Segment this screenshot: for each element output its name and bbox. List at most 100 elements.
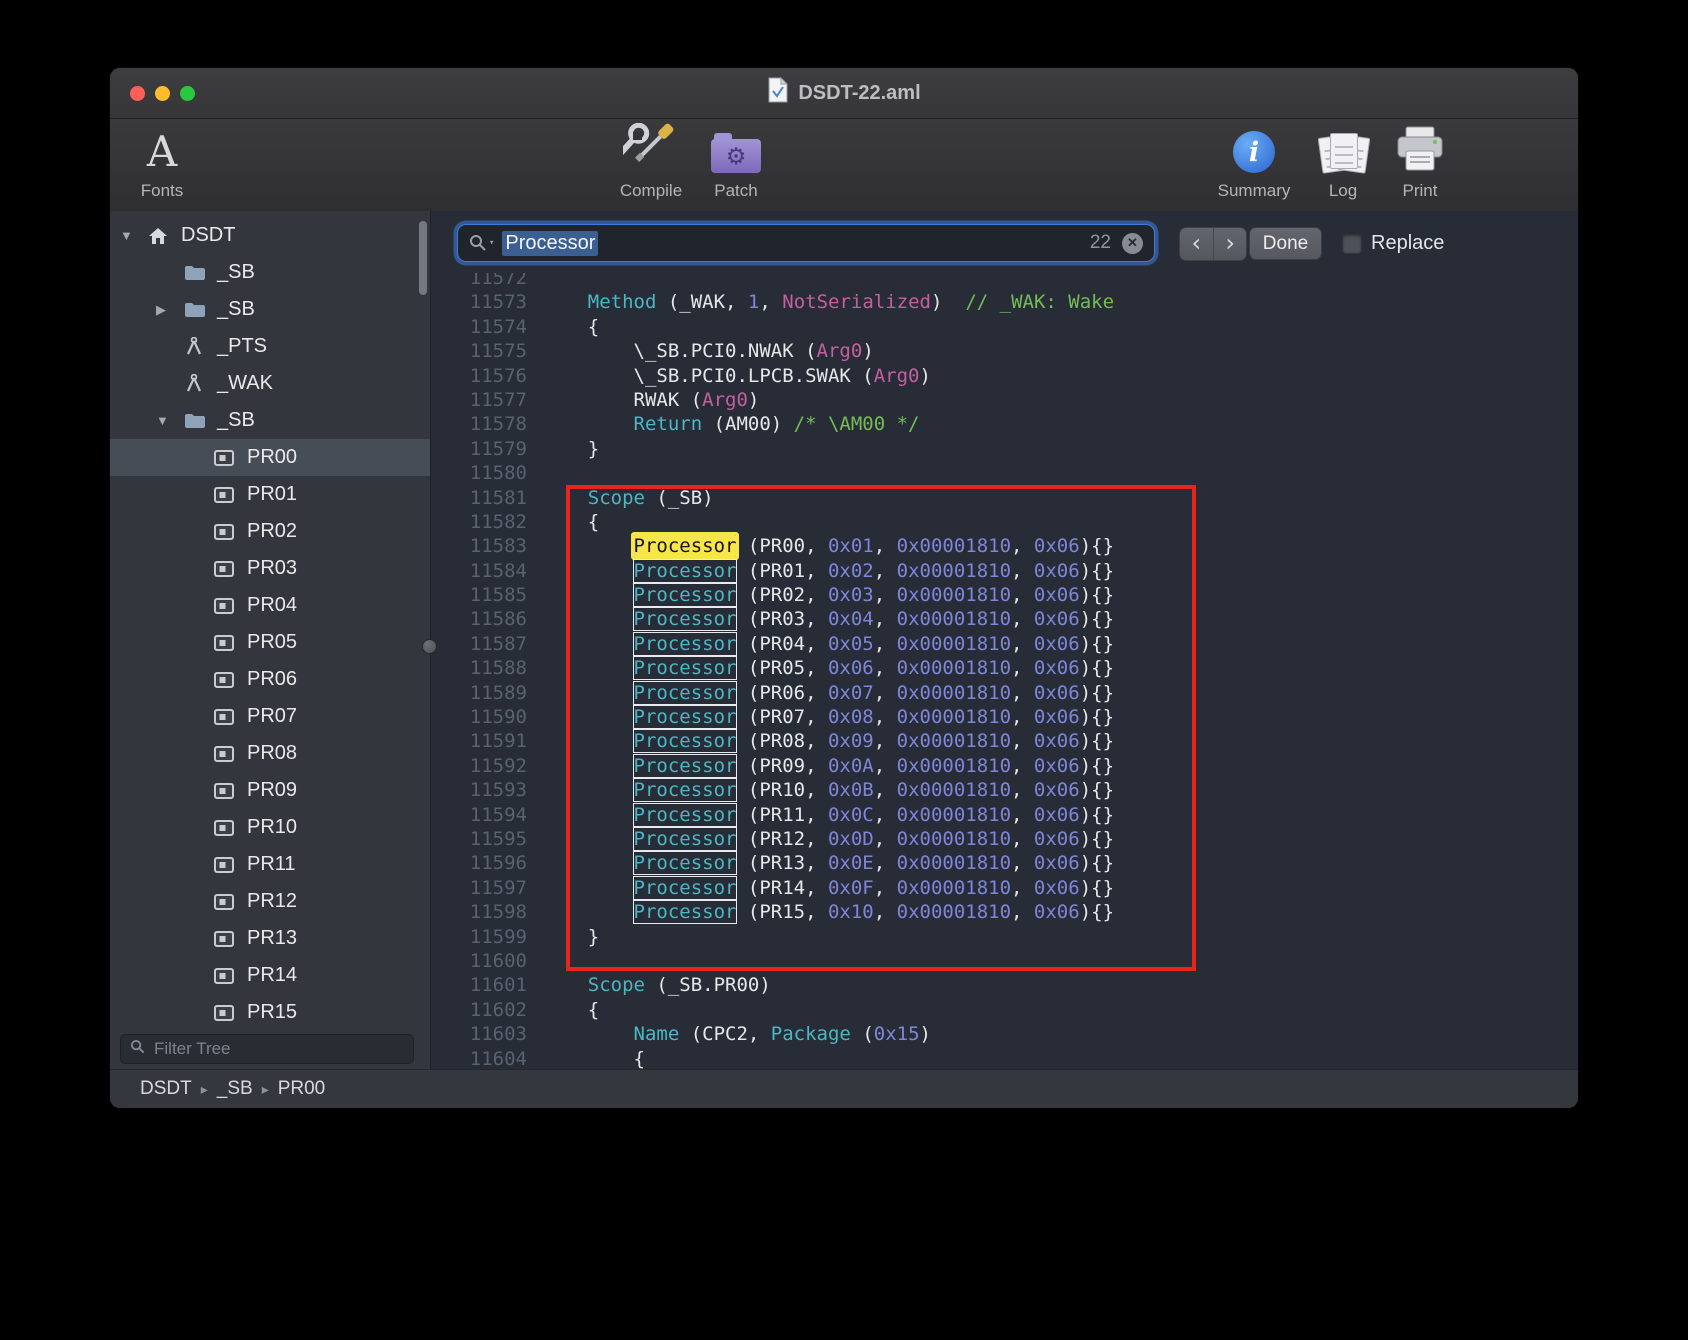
tree-item-pr10[interactable]: PR10: [110, 809, 430, 846]
breadcrumb-item[interactable]: PR00: [278, 1078, 326, 1100]
summary-button[interactable]: i Summary: [1204, 123, 1304, 201]
tree-item-pr06[interactable]: PR06: [110, 661, 430, 698]
minimize-window-button[interactable]: [155, 86, 170, 101]
done-button[interactable]: Done: [1249, 227, 1322, 260]
code-text[interactable]: {: [527, 315, 599, 339]
code-token: [542, 682, 634, 704]
code-text[interactable]: Processor (PR02, 0x03, 0x00001810, 0x06)…: [527, 583, 1114, 607]
disclosure-triangle[interactable]: ▶: [156, 302, 184, 318]
code-text[interactable]: [527, 949, 542, 973]
tree-item-label: PR04: [244, 594, 297, 617]
log-button[interactable]: Log: [1310, 123, 1376, 201]
disclosure-triangle[interactable]: ▼: [156, 413, 184, 428]
zoom-window-button[interactable]: [180, 86, 195, 101]
tree-item-pts[interactable]: _PTS: [110, 328, 430, 365]
tree-item-label: PR05: [244, 631, 297, 654]
code-text[interactable]: Name (CPC2, Package (0x15): [527, 1022, 931, 1046]
splitter-handle[interactable]: [422, 639, 437, 654]
gear-icon: ⚙: [726, 145, 747, 168]
code-text[interactable]: }: [527, 925, 599, 949]
code-text[interactable]: Processor (PR00, 0x01, 0x00001810, 0x06)…: [527, 534, 1114, 558]
title-bar[interactable]: DSDT-22.aml: [110, 68, 1578, 119]
code-text[interactable]: Processor (PR13, 0x0E, 0x00001810, 0x06)…: [527, 851, 1114, 875]
tree-item-wak[interactable]: _WAK: [110, 365, 430, 402]
code-text[interactable]: \_SB.PCI0.NWAK (Arg0): [527, 339, 874, 363]
breadcrumb-item[interactable]: DSDT: [140, 1078, 192, 1100]
tree-item-label: PR00: [244, 446, 297, 469]
disclosure-triangle[interactable]: ▼: [120, 228, 148, 243]
code-text[interactable]: Processor (PR04, 0x05, 0x00001810, 0x06)…: [527, 632, 1114, 656]
code-text[interactable]: RWAK (Arg0): [527, 388, 759, 412]
code-text[interactable]: Method (_WAK, 1, NotSerialized) // _WAK:…: [527, 290, 1114, 314]
search-input[interactable]: ▾ Processor 22 ✕: [457, 224, 1155, 262]
filter-field[interactable]: [120, 1034, 414, 1064]
search-match-current: Processor: [634, 535, 737, 557]
code-text[interactable]: {: [527, 510, 599, 534]
code-text[interactable]: Processor (PR15, 0x10, 0x00001810, 0x06)…: [527, 900, 1114, 924]
code-text[interactable]: Processor (PR01, 0x02, 0x00001810, 0x06)…: [527, 559, 1114, 583]
tree-item-label: _SB: [214, 409, 255, 432]
next-match-button[interactable]: ›: [1213, 228, 1246, 260]
tree-item-dsdt[interactable]: ▼DSDT: [110, 217, 430, 254]
code-text[interactable]: Processor (PR06, 0x07, 0x00001810, 0x06)…: [527, 681, 1114, 705]
tree-item-pr00[interactable]: PR00: [110, 439, 430, 476]
code-token: (_WAK,: [656, 291, 748, 313]
tree-item-pr05[interactable]: PR05: [110, 624, 430, 661]
code-text[interactable]: [527, 461, 542, 485]
sidebar-scrollbar-thumb[interactable]: [419, 221, 427, 295]
code-text[interactable]: Scope (_SB): [527, 486, 714, 510]
chip-icon: [214, 524, 244, 540]
compile-button[interactable]: Compile: [596, 123, 706, 201]
tree-item-pr09[interactable]: PR09: [110, 772, 430, 809]
tree-item-pr02[interactable]: PR02: [110, 513, 430, 550]
close-window-button[interactable]: [130, 86, 145, 101]
code-text[interactable]: Scope (_SB.PR00): [527, 973, 771, 997]
replace-checkbox[interactable]: [1342, 234, 1362, 254]
tree-item-pr11[interactable]: PR11: [110, 846, 430, 883]
tree-item-pr03[interactable]: PR03: [110, 550, 430, 587]
tree-item-pr12[interactable]: PR12: [110, 883, 430, 920]
print-button[interactable]: Print: [1382, 123, 1458, 201]
folder-icon: [184, 412, 214, 429]
tree-item-pr04[interactable]: PR04: [110, 587, 430, 624]
code-text[interactable]: Processor (PR09, 0x0A, 0x00001810, 0x06)…: [527, 754, 1114, 778]
code-text[interactable]: }: [527, 437, 599, 461]
tree-item-label: PR11: [244, 853, 296, 876]
breadcrumb-item[interactable]: _SB: [217, 1078, 253, 1100]
code-text[interactable]: Processor (PR08, 0x09, 0x00001810, 0x06)…: [527, 729, 1114, 753]
code-text[interactable]: [527, 273, 542, 290]
code-text[interactable]: {: [527, 998, 599, 1022]
filter-tree-input[interactable]: [152, 1038, 404, 1060]
code-token: ){}: [1080, 779, 1114, 801]
tree-item-pr01[interactable]: PR01: [110, 476, 430, 513]
code-text[interactable]: \_SB.PCI0.LPCB.SWAK (Arg0): [527, 364, 931, 388]
tree-item-pr13[interactable]: PR13: [110, 920, 430, 957]
code-token: 0x15: [874, 1023, 920, 1045]
code-text[interactable]: Processor (PR07, 0x08, 0x00001810, 0x06)…: [527, 705, 1114, 729]
clear-search-button[interactable]: ✕: [1122, 233, 1143, 254]
code-area[interactable]: 1157211573 Method (_WAK, 1, NotSerialize…: [431, 273, 1578, 1070]
code-line: 11577 RWAK (Arg0): [431, 388, 1578, 412]
tree-item-sb[interactable]: ▼ _SB: [110, 402, 430, 439]
tree-item-pr15[interactable]: PR15: [110, 994, 430, 1031]
search-match: Processor: [634, 828, 737, 850]
code-token: [542, 633, 634, 655]
code-text[interactable]: {: [527, 1047, 645, 1071]
code-text[interactable]: Processor (PR11, 0x0C, 0x00001810, 0x06)…: [527, 803, 1114, 827]
tree-item-sb[interactable]: _SB: [110, 254, 430, 291]
patch-button[interactable]: ⚙ Patch: [691, 123, 781, 201]
tree-item-sb[interactable]: ▶_SB: [110, 291, 430, 328]
search-scope-menu[interactable]: ▾: [469, 234, 494, 252]
tree-item-pr08[interactable]: PR08: [110, 735, 430, 772]
code-text[interactable]: Processor (PR05, 0x06, 0x00001810, 0x06)…: [527, 656, 1114, 680]
tree-item-pr14[interactable]: PR14: [110, 957, 430, 994]
previous-match-button[interactable]: ‹: [1180, 228, 1213, 260]
code-text[interactable]: Processor (PR14, 0x0F, 0x00001810, 0x06)…: [527, 876, 1114, 900]
code-line: 11602 {: [431, 998, 1578, 1022]
code-text[interactable]: Processor (PR03, 0x04, 0x00001810, 0x06)…: [527, 607, 1114, 631]
code-text[interactable]: Processor (PR10, 0x0B, 0x00001810, 0x06)…: [527, 778, 1114, 802]
code-text[interactable]: Processor (PR12, 0x0D, 0x00001810, 0x06)…: [527, 827, 1114, 851]
fonts-button[interactable]: A Fonts: [120, 123, 204, 201]
code-text[interactable]: Return (AM00) /* \AM00 */: [527, 412, 920, 436]
tree-item-pr07[interactable]: PR07: [110, 698, 430, 735]
